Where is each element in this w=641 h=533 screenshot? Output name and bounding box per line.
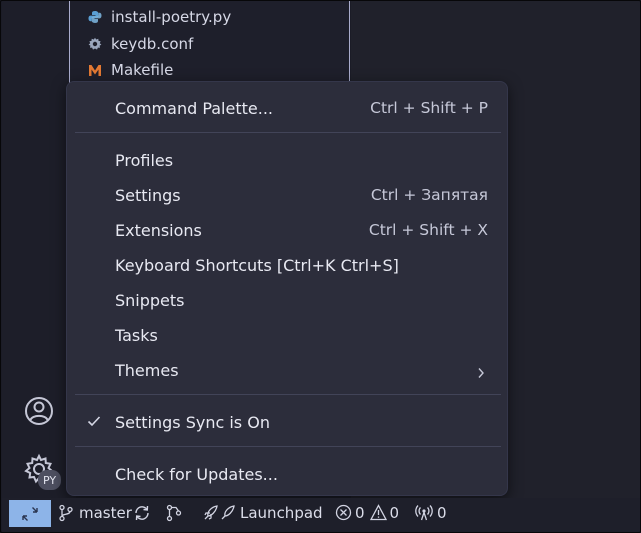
activity-bar: PY	[2, 1, 76, 498]
menu-item-tasks[interactable]: Tasks	[67, 318, 509, 352]
launchpad-button[interactable]: Launchpad	[202, 498, 323, 527]
sync-button[interactable]	[133, 498, 151, 527]
file-name: install-poetry.py	[111, 8, 232, 26]
menu-separator	[75, 394, 501, 395]
checkmark-icon	[87, 413, 101, 432]
file-item[interactable]: install-poetry.py	[87, 6, 231, 28]
warning-icon	[369, 504, 387, 521]
ports-count: 0	[437, 503, 447, 522]
makefile-icon	[87, 62, 103, 78]
menu-separator	[75, 132, 501, 133]
menu-separator	[75, 446, 501, 447]
warning-count: 0	[389, 503, 400, 522]
manage-badge: PY	[38, 470, 61, 490]
menu-item-themes[interactable]: Themes	[67, 353, 509, 387]
menu-item-label: Tasks	[115, 325, 158, 345]
file-item[interactable]: keydb.conf	[87, 33, 193, 55]
menu-item-settings-sync[interactable]: Settings Sync is On	[67, 405, 509, 439]
menu-item-label: Keyboard Shortcuts [Ctrl+K Ctrl+S]	[115, 255, 399, 275]
remote-icon	[22, 506, 38, 521]
menu-item-shortcut: Ctrl + Запятая	[370, 186, 488, 204]
status-bar: master Launchpad 0 0 0	[2, 498, 640, 532]
file-item[interactable]: Makefile	[87, 59, 173, 81]
ports-button[interactable]: 0	[415, 498, 447, 527]
launchpad-label: Launchpad	[240, 503, 323, 522]
manage-menu: Command Palette... Ctrl + Shift + P Prof…	[66, 81, 508, 496]
menu-item-command-palette[interactable]: Command Palette... Ctrl + Shift + P	[67, 91, 509, 125]
python-file-icon	[87, 9, 103, 25]
file-name: keydb.conf	[111, 35, 194, 53]
menu-item-shortcut: Ctrl + Shift + X	[368, 221, 488, 239]
accounts-icon[interactable]	[22, 394, 56, 428]
menu-item-extensions[interactable]: Extensions Ctrl + Shift + X	[67, 213, 509, 247]
git-graph-button[interactable]	[165, 498, 183, 527]
git-compare-icon	[166, 504, 182, 521]
explorer-panel: install-poetry.py keydb.conf Makefile	[69, 1, 350, 85]
branch-name: master	[79, 503, 132, 522]
menu-item-snippets[interactable]: Snippets	[67, 283, 509, 317]
window: PY install-poetry.py keydb.conf Makefile…	[0, 0, 641, 533]
error-icon	[335, 504, 352, 521]
rocket-icon	[204, 504, 235, 520]
chevron-right-icon	[477, 364, 485, 383]
menu-item-profiles[interactable]: Profiles	[67, 143, 509, 177]
menu-item-label: Profiles	[115, 150, 174, 170]
menu-item-label: Extensions	[115, 220, 202, 240]
problems-button[interactable]: 0 0	[335, 498, 399, 527]
menu-item-label: Command Palette...	[115, 98, 273, 118]
branch-button[interactable]: master	[58, 498, 132, 527]
menu-item-check-updates[interactable]: Check for Updates...	[67, 457, 509, 491]
git-branch-icon	[59, 504, 73, 521]
remote-indicator-button[interactable]	[9, 500, 51, 527]
sync-icon	[135, 505, 149, 520]
menu-item-keyboard-shortcuts[interactable]: Keyboard Shortcuts [Ctrl+K Ctrl+S]	[67, 248, 509, 282]
broadcast-icon	[415, 504, 433, 520]
gear-file-icon	[87, 36, 103, 52]
menu-item-shortcut: Ctrl + Shift + P	[370, 99, 488, 117]
menu-item-label: Check for Updates...	[115, 464, 278, 484]
error-count: 0	[355, 503, 365, 522]
menu-item-label: Settings	[115, 185, 181, 205]
menu-item-label: Snippets	[115, 290, 185, 310]
file-name: Makefile	[111, 61, 174, 79]
menu-item-label: Settings Sync is On	[115, 412, 270, 432]
menu-item-label: Themes	[115, 360, 179, 380]
menu-item-settings[interactable]: Settings Ctrl + Запятая	[67, 178, 509, 212]
